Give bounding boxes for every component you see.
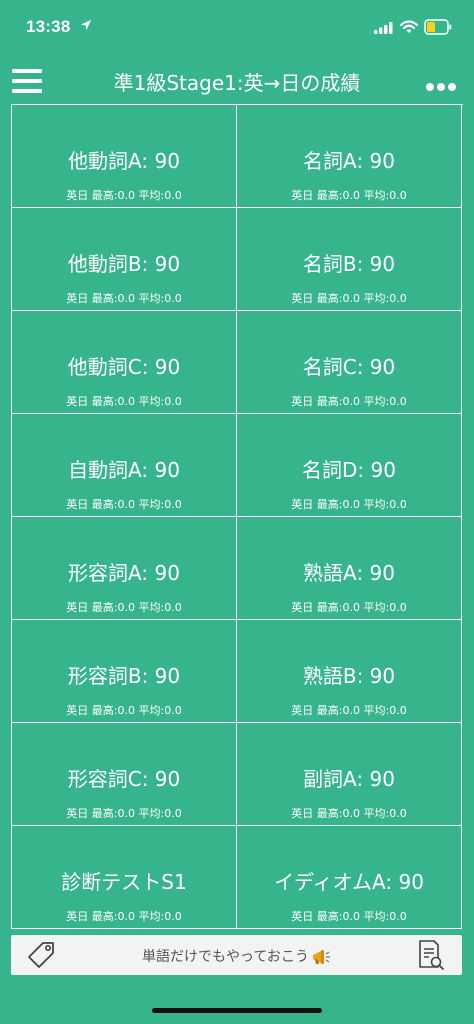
stage-cell[interactable]: 名詞D: 90 英日 最高:0.0 平均:0.0	[237, 414, 462, 517]
document-search-icon[interactable]	[416, 938, 446, 972]
stage-title: 副詞A: 90	[303, 767, 395, 791]
stage-title: 熟語A: 90	[303, 561, 395, 585]
hamburger-menu-icon[interactable]	[12, 69, 42, 93]
stage-stats: 英日 最高:0.0 平均:0.0	[66, 395, 182, 408]
stage-cell[interactable]: 熟語A: 90 英日 最高:0.0 平均:0.0	[237, 517, 462, 620]
stage-stats: 英日 最高:0.0 平均:0.0	[66, 601, 182, 614]
stage-title: 診断テストS1	[61, 870, 187, 894]
status-time: 13:38	[26, 17, 71, 36]
stage-title: 形容詞C: 90	[67, 767, 181, 791]
more-dots-icon[interactable]	[426, 76, 460, 91]
stage-stats: 英日 最高:0.0 平均:0.0	[291, 704, 407, 717]
stage-stats: 英日 最高:0.0 平均:0.0	[66, 189, 182, 202]
stage-cell[interactable]: 熟語B: 90 英日 最高:0.0 平均:0.0	[237, 620, 462, 723]
status-bar: 13:38	[0, 0, 474, 56]
banner-text-row: 単語だけでもやっておこう	[71, 946, 402, 966]
stage-cell[interactable]: 他動詞B: 90 英日 最高:0.0 平均:0.0	[12, 208, 237, 311]
stage-stats: 英日 最高:0.0 平均:0.0	[66, 292, 182, 305]
stage-title: 名詞A: 90	[303, 149, 395, 173]
signal-icon	[374, 22, 393, 34]
location-arrow-icon	[81, 20, 91, 30]
stage-stats: 英日 最高:0.0 平均:0.0	[291, 292, 407, 305]
stage-title: 熟語B: 90	[302, 664, 396, 688]
stage-stats: 英日 最高:0.0 平均:0.0	[291, 910, 407, 923]
stage-title: 他動詞C: 90	[67, 355, 181, 379]
stage-title: 名詞B: 90	[302, 252, 396, 276]
stage-cell[interactable]: 名詞C: 90 英日 最高:0.0 平均:0.0	[237, 311, 462, 414]
stage-cell[interactable]: 形容詞C: 90 英日 最高:0.0 平均:0.0	[12, 723, 237, 826]
stage-cell[interactable]: 名詞A: 90 英日 最高:0.0 平均:0.0	[237, 105, 462, 208]
stage-cell[interactable]: 名詞B: 90 英日 最高:0.0 平均:0.0	[237, 208, 462, 311]
stage-stats: 英日 最高:0.0 平均:0.0	[291, 807, 407, 820]
stage-cell[interactable]: 副詞A: 90 英日 最高:0.0 平均:0.0	[237, 723, 462, 826]
stage-stats: 英日 最高:0.0 平均:0.0	[66, 910, 182, 923]
stage-stats: 英日 最高:0.0 平均:0.0	[66, 704, 182, 717]
bottom-banner[interactable]: 単語だけでもやっておこう	[11, 935, 462, 975]
stage-cell[interactable]: イディオムA: 90 英日 最高:0.0 平均:0.0	[237, 826, 462, 929]
stage-title: 形容詞B: 90	[67, 664, 181, 688]
stage-title: 形容詞A: 90	[68, 561, 180, 585]
stage-stats: 英日 最高:0.0 平均:0.0	[291, 395, 407, 408]
stage-cell[interactable]: 他動詞A: 90 英日 最高:0.0 平均:0.0	[12, 105, 237, 208]
stage-title: 名詞C: 90	[302, 355, 396, 379]
stage-cell[interactable]: 診断テストS1 英日 最高:0.0 平均:0.0	[12, 826, 237, 929]
stage-grid: 他動詞A: 90 英日 最高:0.0 平均:0.0 名詞A: 90 英日 最高:…	[11, 104, 463, 929]
stage-title: 自動詞A: 90	[68, 458, 180, 482]
stage-stats: 英日 最高:0.0 平均:0.0	[291, 601, 407, 614]
stage-title: イディオムA: 90	[274, 870, 424, 894]
stage-title: 名詞D: 90	[302, 458, 396, 482]
home-indicator[interactable]	[152, 1008, 322, 1013]
stage-title: 他動詞B: 90	[67, 252, 181, 276]
stage-stats: 英日 最高:0.0 平均:0.0	[291, 498, 407, 511]
tag-icon[interactable]	[25, 939, 57, 971]
stage-stats: 英日 最高:0.0 平均:0.0	[66, 807, 182, 820]
battery-icon	[424, 19, 452, 35]
stage-cell[interactable]: 形容詞B: 90 英日 最高:0.0 平均:0.0	[12, 620, 237, 723]
page-title: 準1級Stage1:英→日の成績	[113, 71, 361, 95]
wifi-icon	[400, 20, 418, 33]
stage-stats: 英日 最高:0.0 平均:0.0	[291, 189, 407, 202]
stage-cell[interactable]: 他動詞C: 90 英日 最高:0.0 平均:0.0	[12, 311, 237, 414]
stage-title: 他動詞A: 90	[68, 149, 180, 173]
stage-cell[interactable]: 自動詞A: 90 英日 最高:0.0 平均:0.0	[12, 414, 237, 517]
stage-cell[interactable]: 形容詞A: 90 英日 最高:0.0 平均:0.0	[12, 517, 237, 620]
nav-bar: 準1級Stage1:英→日の成績	[0, 56, 474, 104]
stage-stats: 英日 最高:0.0 平均:0.0	[66, 498, 182, 511]
megaphone-icon	[312, 950, 330, 964]
banner-text: 単語だけでもやっておこう	[142, 949, 309, 965]
